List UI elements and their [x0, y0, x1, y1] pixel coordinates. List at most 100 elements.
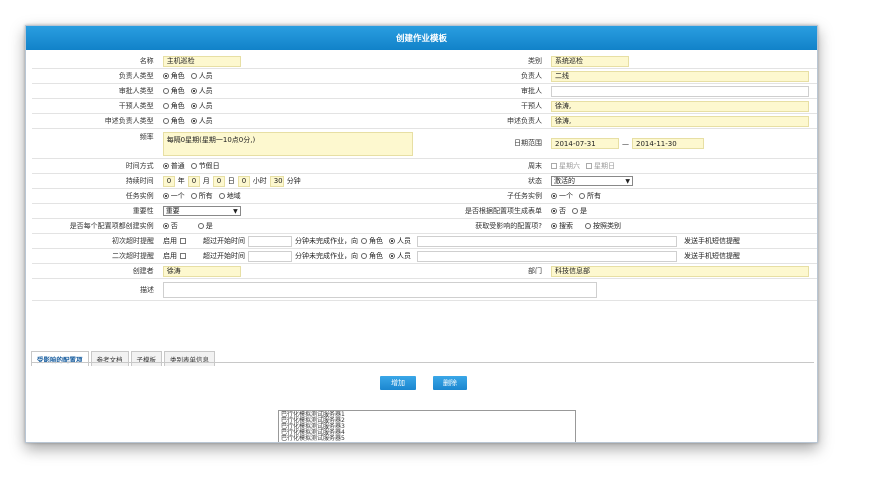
- form-row: 重要性 重要 ▼ 是否根据配置项生成表单 否 是: [32, 204, 817, 219]
- time-mode-holiday-radio[interactable]: 节假日: [190, 161, 220, 171]
- duration-months-field[interactable]: 0: [187, 175, 200, 187]
- hours-unit: 小时: [252, 177, 267, 185]
- duration-days-field[interactable]: 0: [212, 175, 225, 187]
- task-instance-region-radio[interactable]: 地域: [218, 191, 241, 201]
- time-mode-normal-radio[interactable]: 普通: [162, 161, 185, 171]
- duration-minutes-field[interactable]: 30: [269, 175, 284, 187]
- gen-form-label: 是否根据配置项生成表单: [465, 207, 542, 215]
- form-row: 初次超时提醒 启用 超过开始时间 分钟未完成作业，向 角色 人员 发送手机短信提…: [32, 234, 817, 249]
- days-unit: 日: [227, 177, 235, 185]
- duration-years-field[interactable]: 0: [162, 175, 175, 187]
- tab-panel: 增加 删除 巴行化模拟测试服务器1 巴行化模拟测试服务器2 巴行化模拟测试服务器…: [31, 362, 814, 442]
- delete-button[interactable]: 删除: [433, 376, 467, 390]
- weekend-saturday-checkbox[interactable]: 星期六: [551, 161, 580, 171]
- date-range-separator: —: [622, 139, 629, 148]
- form-row: 描述: [32, 279, 817, 301]
- creator-field[interactable]: 徐涛: [162, 265, 241, 277]
- task-instance-label: 任务实例: [125, 192, 154, 200]
- second-timeout-suffix: 分钟未完成作业，向: [295, 252, 358, 260]
- approver-type-person-radio[interactable]: 人员: [190, 86, 213, 96]
- date-range-label: 日期范围: [514, 139, 542, 147]
- form-row: 时间方式 普通 节假日 周末 星期六 星期日: [32, 159, 817, 174]
- months-unit: 月: [202, 177, 210, 185]
- approver-type-label: 审批人类型: [118, 87, 154, 95]
- description-field[interactable]: [163, 281, 597, 298]
- frequency-field[interactable]: 每隔0星期(星期一10点0分,): [162, 131, 413, 156]
- config-items-listbox[interactable]: 巴行化模拟测试服务器1 巴行化模拟测试服务器2 巴行化模拟测试服务器3 巴行化模…: [278, 410, 576, 442]
- owner-type-label: 负责人类型: [118, 72, 154, 80]
- date-end-field[interactable]: 2014-11-30: [632, 138, 704, 149]
- subtask-instance-one-radio[interactable]: 一个: [551, 191, 573, 201]
- per-config-yes-radio[interactable]: 是: [197, 221, 213, 231]
- duration-hours-field[interactable]: 0: [237, 175, 250, 187]
- intervener-type-label: 干预人类型: [118, 102, 154, 110]
- task-instance-one-radio[interactable]: 一个: [162, 191, 185, 201]
- owner-type-person-radio[interactable]: 人员: [190, 71, 213, 81]
- first-timeout-sms-text: 发送手机短信提醒: [684, 237, 740, 245]
- add-button[interactable]: 增加: [380, 376, 416, 390]
- appeal-owner-type-person-radio[interactable]: 人员: [190, 116, 213, 126]
- approver-field[interactable]: [551, 85, 809, 97]
- form-row: 任务实例 一个 所有 地域 子任务实例 一个 所有: [32, 189, 817, 204]
- first-timeout-role-radio[interactable]: 角色: [361, 236, 383, 246]
- duration-label: 持续时间: [125, 176, 154, 185]
- get-config-category-radio[interactable]: 按照类别: [585, 221, 621, 231]
- second-timeout-label: 二次超时提醒: [112, 252, 154, 260]
- second-timeout-target-field[interactable]: [417, 250, 677, 262]
- date-start-field[interactable]: 2014-07-31: [551, 138, 619, 149]
- department-field[interactable]: 科技信息部: [551, 265, 809, 277]
- get-config-search-radio[interactable]: 搜索: [551, 221, 573, 231]
- first-timeout-suffix: 分钟未完成作业，向: [295, 237, 358, 245]
- second-timeout-role-radio[interactable]: 角色: [361, 251, 383, 261]
- second-timeout-enable-text: 启用: [163, 252, 177, 260]
- department-label: 部门: [528, 266, 542, 275]
- intervener-type-role-radio[interactable]: 角色: [162, 101, 185, 111]
- second-timeout-person-radio[interactable]: 人员: [389, 251, 411, 261]
- form-row: 频率 每隔0星期(星期一10点0分,) 日期范围 2014-07-31 — 20…: [32, 129, 817, 159]
- form-row: 申述负责人类型 角色 人员 申述负责人 徐涛,: [32, 114, 817, 129]
- status-select[interactable]: 激活的 ▼: [551, 176, 633, 186]
- intervener-type-person-radio[interactable]: 人员: [190, 101, 213, 111]
- form-row: 是否每个配置项都创建实例 否 是 获取受影响的配置项? 搜索 按照类别: [32, 219, 817, 234]
- second-timeout-minutes-field[interactable]: [248, 250, 292, 262]
- list-item[interactable]: 巴行化模拟测试服务器5: [281, 436, 573, 442]
- approver-label: 审批人: [521, 86, 542, 95]
- intervener-field[interactable]: 徐涛,: [551, 100, 809, 112]
- task-instance-all-radio[interactable]: 所有: [190, 191, 213, 201]
- dialog-window: 创建作业模板 名称 主机巡检 类别 系统巡检 负责人类型 角色 人员 负责人 二…: [25, 25, 818, 443]
- weekend-sunday-checkbox[interactable]: 星期日: [586, 161, 615, 171]
- first-timeout-over-start-text: 超过开始时间: [203, 237, 245, 245]
- appeal-owner-type-role-radio[interactable]: 角色: [162, 116, 185, 126]
- second-timeout-sms-text: 发送手机短信提醒: [684, 252, 740, 260]
- appeal-owner-label: 申述负责人: [507, 116, 542, 125]
- owner-type-role-radio[interactable]: 角色: [162, 71, 185, 81]
- first-timeout-enable-checkbox[interactable]: [180, 238, 186, 244]
- category-label: 类别: [528, 56, 542, 65]
- frequency-label: 频率: [139, 132, 154, 141]
- second-timeout-enable-checkbox[interactable]: [180, 253, 186, 259]
- gen-form-yes-radio[interactable]: 是: [572, 206, 587, 216]
- category-field[interactable]: 系统巡检: [551, 55, 629, 67]
- first-timeout-minutes-field[interactable]: [248, 235, 292, 247]
- weekend-label: 周末: [528, 162, 542, 170]
- owner-field[interactable]: 二线: [551, 70, 809, 82]
- importance-select[interactable]: 重要 ▼: [162, 206, 241, 216]
- approver-type-role-radio[interactable]: 角色: [162, 86, 185, 96]
- years-unit: 年: [177, 177, 185, 185]
- form-row: 干预人类型 角色 人员 干预人 徐涛,: [32, 99, 817, 114]
- form-row: 负责人类型 角色 人员 负责人 二线: [32, 69, 817, 84]
- per-config-label: 是否每个配置项都创建实例: [69, 222, 154, 230]
- dialog-title: 创建作业模板: [26, 26, 817, 50]
- form-row: 创建者 徐涛 部门 科技信息部: [32, 264, 817, 279]
- form-row: 名称 主机巡检 类别 系统巡检: [32, 54, 817, 69]
- appeal-owner-field[interactable]: 徐涛,: [551, 115, 809, 127]
- gen-form-no-radio[interactable]: 否: [551, 206, 566, 216]
- subtask-instance-all-radio[interactable]: 所有: [579, 191, 601, 201]
- time-mode-label: 时间方式: [125, 162, 154, 170]
- description-label: 描述: [140, 285, 154, 294]
- first-timeout-label: 初次超时提醒: [112, 237, 154, 245]
- per-config-no-radio[interactable]: 否: [162, 221, 178, 231]
- name-field[interactable]: 主机巡检: [162, 55, 241, 67]
- first-timeout-person-radio[interactable]: 人员: [389, 236, 411, 246]
- first-timeout-target-field[interactable]: [417, 235, 677, 247]
